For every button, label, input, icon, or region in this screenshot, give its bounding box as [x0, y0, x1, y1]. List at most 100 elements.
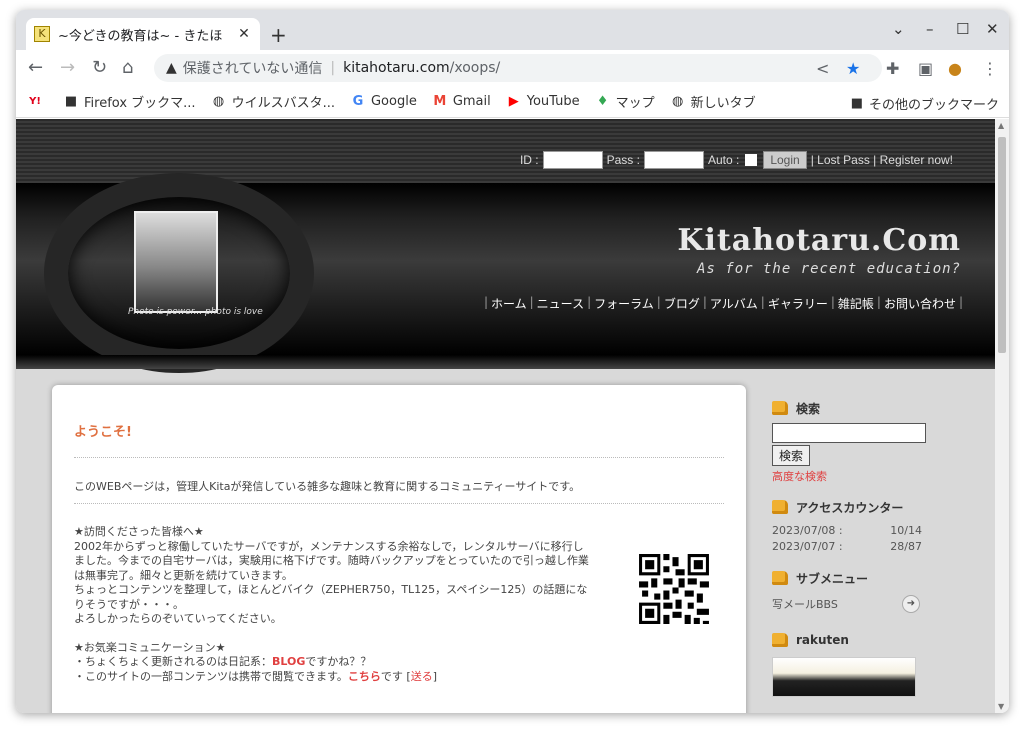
tab-bar: K ~今どきの教育は~ - きたほ ✕ + ⌄ – ☐ ✕ [16, 10, 1009, 50]
auto-label: Auto : [707, 153, 740, 167]
submenu-item[interactable]: 写メールBBS ➜ [772, 595, 920, 613]
motorcycle-photo [134, 211, 218, 313]
block-title: サブメニュー [796, 571, 869, 586]
profile-avatar-icon[interactable]: ● [948, 59, 962, 78]
arrow-circle-icon: ➜ [902, 595, 920, 613]
minimize-icon[interactable]: – [926, 20, 934, 38]
insecure-label: 保護されていない通信 [182, 61, 323, 77]
blog-link[interactable]: BLOG [272, 655, 305, 668]
new-tab-icon[interactable]: + [270, 23, 287, 47]
bookmark-gmail[interactable]: M Gmail [433, 94, 491, 109]
menu-item-forum[interactable]: フォーラム [591, 295, 657, 312]
home-icon[interactable]: ⌂ [122, 58, 133, 78]
folder-icon [772, 500, 788, 514]
qr-code [636, 551, 712, 627]
comm-text: です [ [380, 669, 411, 683]
photo-caption: Photo is power... photo is love [128, 307, 263, 317]
folder-icon [772, 571, 788, 585]
bookmark-firefox[interactable]: ■ Firefox ブックマ... [64, 92, 196, 111]
menu-kebab-icon[interactable]: ⋮ [982, 59, 998, 78]
bookmark-star-icon[interactable]: ★ [846, 59, 860, 78]
maximize-icon[interactable]: ☐ [956, 20, 969, 38]
extensions-icon[interactable]: ✚ [886, 59, 899, 78]
search-button[interactable]: 検索 [772, 445, 811, 466]
menu-item-gallery[interactable]: ギャラリー [765, 295, 831, 312]
bookmark-google[interactable]: G Google [351, 94, 417, 109]
bookmark-label: その他のブックマーク [868, 98, 999, 113]
scroll-thumb[interactable] [998, 137, 1006, 353]
bookmark-youtube[interactable]: ▶ YouTube [507, 94, 580, 109]
yahoo-icon: Y! [29, 96, 41, 107]
mobile-link[interactable]: こちら [348, 670, 381, 683]
menu-item-notes[interactable]: 雑記帳 [835, 295, 877, 312]
bookmark-maps[interactable]: ♦ マップ [596, 92, 655, 111]
share-icon[interactable]: < [816, 59, 829, 78]
side-panel-icon[interactable]: ▣ [918, 59, 933, 78]
menu-item-news[interactable]: ニュース [534, 295, 587, 312]
menu-item-album[interactable]: アルバム [707, 295, 761, 312]
menu-item-home[interactable]: ホーム [488, 295, 530, 312]
counter-block-title: アクセスカウンター [772, 498, 972, 516]
bookmarks-bar: Y! ■ Firefox ブックマ... ◍ ウイルスバスタ... G Google … [16, 86, 1009, 118]
block-title: 検索 [796, 401, 821, 416]
main-content: ようこそ! このWEBページは，管理人Kitaが発信している雑多な趣味と教育に関… [52, 385, 746, 713]
rakuten-banner[interactable] [772, 657, 916, 697]
scroll-down-icon[interactable]: ▼ [998, 702, 1004, 711]
advanced-search-link[interactable]: 高度な検索 [772, 468, 972, 484]
address-bar[interactable]: ▲ 保護されていない通信 | kitahotaru.com /xoops/ [154, 54, 882, 82]
browser-toolbar: ← → ↻ ⌂ ▲ 保護されていない通信 | kitahotaru.com /x… [16, 50, 1009, 86]
reload-icon[interactable]: ↻ [92, 58, 107, 78]
bookmark-virusbuster[interactable]: ◍ ウイルスバスタ... [212, 92, 335, 111]
bookmark-label: Gmail [452, 94, 491, 109]
comm-text: ・このサイトの一部コンテンツは携帯で閲覧できます。 [74, 669, 348, 683]
folder-icon [772, 401, 788, 415]
tab-close-icon[interactable]: ✕ [236, 26, 252, 42]
lost-pass-register-links[interactable]: | Lost Pass | Register now! [811, 153, 953, 167]
tab-search-chevron-icon[interactable]: ⌄ [892, 20, 905, 38]
page-scrollbar[interactable]: ▲ ▼ [995, 119, 1009, 713]
search-input[interactable] [772, 423, 926, 443]
bookmark-label: YouTube [526, 94, 580, 109]
back-icon[interactable]: ← [28, 58, 43, 78]
bookmark-label: Firefox ブックマ... [84, 96, 196, 111]
send-link[interactable]: 送る [411, 670, 433, 683]
bookmark-other-folder[interactable]: ■ その他のブックマーク [851, 94, 999, 113]
browser-tab[interactable]: K ~今どきの教育は~ - きたほ ✕ [26, 18, 260, 50]
url-separator: | [330, 60, 336, 76]
web-page: ID : Pass : Auto : Login | Lost Pass | R… [16, 119, 995, 713]
visit-line: 2002年からずっと稼働していたサーバですが，メンテナンスする余裕なしで，レンタ… [74, 539, 584, 553]
comm-text: ] [432, 669, 437, 683]
counter-row: 2023/07/07 : 28/87 [772, 540, 922, 553]
site-title[interactable]: Kitahotaru.Com [677, 223, 961, 258]
comm-line-blog: ・ちょくちょく更新されるのは日記系：BLOGですかね？？ [74, 655, 624, 670]
gmail-icon: M [433, 94, 447, 109]
block-title: アクセスカウンター [796, 500, 904, 515]
folder-icon: ■ [64, 94, 78, 109]
block-title: rakuten [796, 633, 849, 647]
bookmark-yahoo[interactable]: Y! [28, 96, 48, 107]
site-header: Photo is power... photo is love Kitahota… [16, 173, 995, 373]
youtube-icon: ▶ [508, 94, 519, 109]
site-favicon-icon: K [34, 26, 50, 42]
google-icon: G [352, 94, 364, 109]
close-window-icon[interactable]: ✕ [986, 20, 999, 38]
visit-line: よろしかったらのぞいていってください。 [74, 612, 282, 625]
sidebar: 検索 検索 高度な検索 アクセスカウンター 2023/07/08 :10/14 … [772, 399, 972, 697]
forward-icon[interactable]: → [60, 58, 75, 78]
bookmark-newtab[interactable]: ◍ 新しいタブ [671, 92, 756, 111]
globe-icon: ◍ [671, 94, 684, 109]
login-button[interactable]: Login [763, 151, 807, 169]
id-input[interactable] [542, 151, 603, 169]
auto-checkbox[interactable] [745, 154, 758, 166]
pass-input[interactable] [643, 151, 704, 169]
bookmark-label: マップ [615, 96, 655, 111]
visit-heading: ★訪問くださった皆様へ★ [74, 525, 204, 538]
comm-heading: ★お気楽コミュニケーション★ [74, 640, 226, 654]
menu-item-contact[interactable]: お問い合わせ [881, 295, 959, 312]
scroll-up-icon[interactable]: ▲ [998, 121, 1004, 130]
menu-item-blog[interactable]: ブログ [661, 295, 703, 312]
bookmark-label: Google [370, 94, 417, 109]
maps-icon: ♦ [596, 94, 609, 109]
browser-window: K ~今どきの教育は~ - きたほ ✕ + ⌄ – ☐ ✕ ← → ↻ ⌂ ▲ … [16, 10, 1009, 713]
counter-date: 2023/07/07 : [772, 540, 843, 553]
